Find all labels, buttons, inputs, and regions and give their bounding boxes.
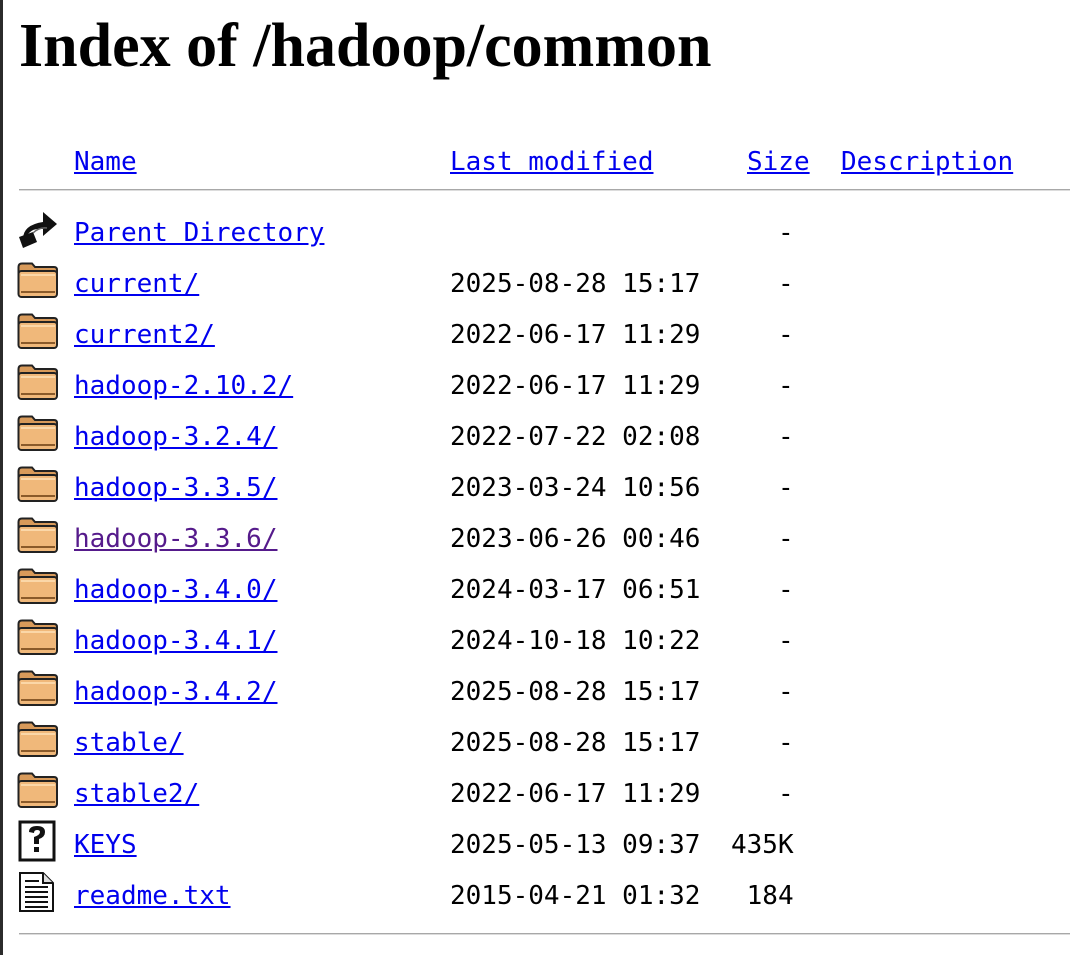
last-modified-cell: 2025-08-28 15:17 xyxy=(450,677,701,707)
entry-link-keys[interactable]: KEYS xyxy=(74,828,137,862)
entry-link-hadoop-3-4-2[interactable]: hadoop-3.4.2/ xyxy=(74,675,278,709)
last-modified-cell: 2015-04-21 01:32 xyxy=(450,881,701,911)
unknown-file-icon xyxy=(17,820,59,862)
size-cell: - xyxy=(731,371,794,401)
entry-link-parent-directory[interactable]: Parent Directory xyxy=(74,216,324,250)
column-header-description[interactable]: Description xyxy=(841,145,1013,179)
last-modified-cell: 2024-10-18 10:22 xyxy=(450,626,701,656)
size-cell: - xyxy=(731,728,794,758)
folder-icon xyxy=(17,361,59,403)
table-row: hadoop-3.3.5/2023-03-24 10:56 - xyxy=(0,463,1070,511)
table-row: hadoop-3.4.2/2025-08-28 15:17 - xyxy=(0,667,1070,715)
folder-icon xyxy=(17,565,59,607)
entry-link-current[interactable]: current/ xyxy=(74,267,199,301)
text-file-icon xyxy=(17,871,59,913)
size-cell: - xyxy=(731,269,794,299)
table-row: readme.txt 2015-04-21 01:32 184 xyxy=(0,871,1070,919)
folder-icon xyxy=(17,616,59,658)
size-cell: - xyxy=(731,524,794,554)
table-row: hadoop-3.3.6/2023-06-26 00:46 - xyxy=(0,514,1070,562)
table-row: KEYS 2025-05-13 09:37 435K xyxy=(0,820,1070,868)
size-cell: 184 xyxy=(731,881,794,911)
entry-link-hadoop-3-3-6[interactable]: hadoop-3.3.6/ xyxy=(74,522,278,556)
last-modified-cell: 2023-03-24 10:56 xyxy=(450,473,701,503)
size-cell: - xyxy=(731,626,794,656)
folder-icon xyxy=(17,463,59,505)
table-row: hadoop-2.10.2/2022-06-17 11:29 - xyxy=(0,361,1070,409)
table-row: hadoop-3.2.4/2022-07-22 02:08 - xyxy=(0,412,1070,460)
column-header-last-modified[interactable]: Last modified xyxy=(450,145,654,179)
table-row: hadoop-3.4.0/2024-03-17 06:51 - xyxy=(0,565,1070,613)
table-row: current2/2022-06-17 11:29 - xyxy=(0,310,1070,358)
size-cell: 435K xyxy=(731,830,794,860)
footer-divider xyxy=(19,933,1070,935)
size-cell: - xyxy=(731,422,794,452)
last-modified-cell: 2022-07-22 02:08 xyxy=(450,422,701,452)
table-row: stable/2025-08-28 15:17 - xyxy=(0,718,1070,766)
last-modified-cell: 2025-08-28 15:17 xyxy=(450,728,701,758)
entry-link-stable2[interactable]: stable2/ xyxy=(74,777,199,811)
size-cell: - xyxy=(731,218,794,248)
last-modified-cell: 2022-06-17 11:29 xyxy=(450,371,701,401)
last-modified-cell: 2022-06-17 11:29 xyxy=(450,779,701,809)
last-modified-cell: 2025-08-28 15:17 xyxy=(450,269,701,299)
column-header-name[interactable]: Name xyxy=(74,145,137,179)
folder-icon xyxy=(17,514,59,556)
last-modified-cell: 2022-06-17 11:29 xyxy=(450,320,701,350)
last-modified-cell: 2025-05-13 09:37 xyxy=(450,830,701,860)
table-row: hadoop-3.4.1/2024-10-18 10:22 - xyxy=(0,616,1070,664)
size-cell: - xyxy=(731,779,794,809)
folder-icon xyxy=(17,412,59,454)
table-row: Parent Directory - xyxy=(0,208,1070,256)
entry-link-hadoop-3-2-4[interactable]: hadoop-3.2.4/ xyxy=(74,420,278,454)
column-header-size[interactable]: Size xyxy=(747,145,810,179)
folder-icon xyxy=(17,718,59,760)
header-divider xyxy=(19,189,1070,191)
folder-icon xyxy=(17,259,59,301)
page-title: Index of /hadoop/common xyxy=(19,12,712,80)
size-cell: - xyxy=(731,677,794,707)
size-cell: - xyxy=(731,473,794,503)
last-modified-cell: 2024-03-17 06:51 xyxy=(450,575,701,605)
folder-icon xyxy=(17,769,59,811)
table-row: current/2025-08-28 15:17 - xyxy=(0,259,1070,307)
folder-icon xyxy=(17,667,59,709)
entry-link-hadoop-3-3-5[interactable]: hadoop-3.3.5/ xyxy=(74,471,278,505)
size-cell: - xyxy=(731,575,794,605)
table-row: stable2/2022-06-17 11:29 - xyxy=(0,769,1070,817)
entry-link-hadoop-2-10-2[interactable]: hadoop-2.10.2/ xyxy=(74,369,293,403)
back-icon xyxy=(17,208,59,250)
entry-link-readme-txt[interactable]: readme.txt xyxy=(74,879,231,913)
entry-link-stable[interactable]: stable/ xyxy=(74,726,184,760)
entry-link-hadoop-3-4-1[interactable]: hadoop-3.4.1/ xyxy=(74,624,278,658)
folder-icon xyxy=(17,310,59,352)
entry-link-hadoop-3-4-0[interactable]: hadoop-3.4.0/ xyxy=(74,573,278,607)
last-modified-cell: 2023-06-26 00:46 xyxy=(450,524,701,554)
size-cell: - xyxy=(731,320,794,350)
entry-link-current2[interactable]: current2/ xyxy=(74,318,215,352)
